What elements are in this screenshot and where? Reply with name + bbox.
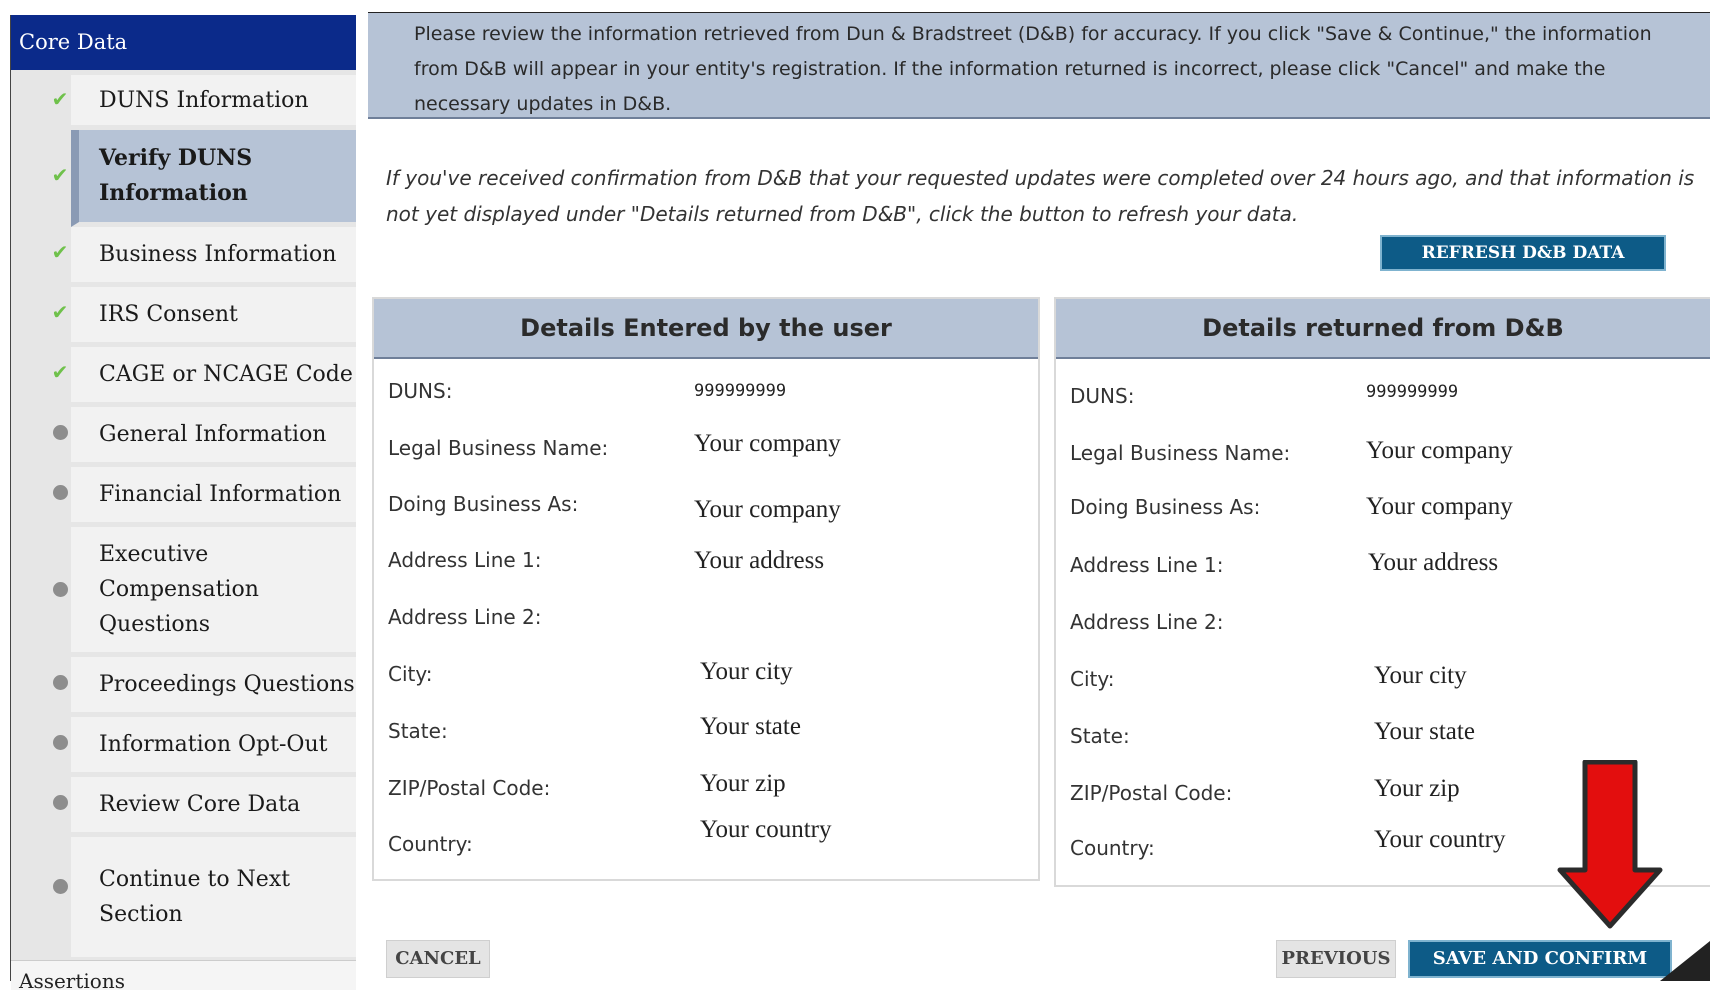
field-label: ZIP/Postal Code: — [388, 776, 551, 800]
sidebar-item-review-core-data[interactable]: Review Core Data — [11, 777, 356, 837]
sidebar-item-label: DUNS Information — [71, 75, 356, 130]
checkmark-icon: ✔ — [51, 240, 69, 264]
field-value: 999999999 — [1366, 382, 1459, 402]
sidebar-header: Core Data — [11, 15, 356, 70]
sidebar-item-cage-ncage-code[interactable]: ✔ CAGE or NCAGE Code — [11, 347, 356, 407]
field-value: Your zip — [700, 770, 786, 797]
field-value: Your city — [700, 658, 793, 685]
sidebar-item-label: CAGE or NCAGE Code — [71, 347, 356, 407]
field-row-address-2: Address Line 2: — [374, 605, 1038, 645]
sidebar-item-information-opt-out[interactable]: Information Opt-Out — [11, 717, 356, 777]
field-row-city: City: Your city — [1056, 662, 1710, 707]
sidebar-item-verify-duns-information[interactable]: ✔ Verify DUNS Information — [11, 130, 356, 227]
field-label: State: — [1070, 724, 1130, 748]
field-label: Address Line 2: — [388, 605, 542, 629]
field-row-state: State: Your state — [1056, 718, 1710, 764]
field-value: Your city — [1374, 662, 1467, 689]
status-dot-icon — [51, 582, 69, 601]
sidebar-item-label: Verify DUNS Information — [71, 130, 356, 227]
field-label: Address Line 1: — [388, 548, 542, 572]
sidebar-item-executive-compensation[interactable]: Executive Compensation Questions — [11, 527, 356, 657]
field-value: Your address — [694, 547, 825, 574]
sidebar-item-label: General Information — [71, 407, 356, 467]
field-value: Your address — [1368, 549, 1499, 576]
field-value: Your country — [1374, 826, 1506, 853]
field-label: Country: — [1070, 836, 1155, 860]
field-value: 999999999 — [694, 381, 787, 401]
field-row-address-2: Address Line 2: — [1056, 610, 1710, 650]
user-details-panel: Details Entered by the user DUNS: 999999… — [372, 297, 1040, 881]
field-row-legal-business-name: Legal Business Name: Your company — [374, 430, 1038, 476]
save-and-confirm-button[interactable]: SAVE AND CONFIRM — [1408, 940, 1672, 978]
red-arrow-down-icon — [1557, 760, 1663, 929]
field-value: Your state — [1374, 718, 1475, 745]
sidebar-item-label: Information Opt-Out — [71, 717, 356, 777]
sidebar-nav: Core Data ✔ DUNS Information ✔ Verify DU… — [10, 15, 356, 990]
checkmark-icon: ✔ — [51, 360, 69, 384]
sidebar-item-label: Executive Compensation Questions — [71, 527, 356, 657]
refresh-dnb-data-button[interactable]: REFRESH D&B DATA — [1380, 235, 1666, 271]
sidebar-item-label: Business Information — [71, 227, 356, 287]
sidebar-item-duns-information[interactable]: ✔ DUNS Information — [11, 75, 356, 130]
field-row-duns: DUNS: 999999999 — [374, 379, 1038, 419]
sidebar-item-label: Continue to Next Section — [71, 837, 356, 957]
field-label: City: — [1070, 667, 1115, 691]
sidebar-item-business-information[interactable]: ✔ Business Information — [11, 227, 356, 287]
field-row-duns: DUNS: 999999999 — [1056, 382, 1710, 424]
sidebar-item-proceedings-questions[interactable]: Proceedings Questions — [11, 657, 356, 717]
field-label: Doing Business As: — [1070, 495, 1261, 519]
sidebar-item-financial-information[interactable]: Financial Information — [11, 467, 356, 527]
field-label: Address Line 1: — [1070, 553, 1224, 577]
field-value: Your company — [1366, 437, 1513, 464]
field-row-address-1: Address Line 1: Your address — [1056, 549, 1710, 593]
status-dot-icon — [51, 735, 69, 754]
field-label: City: — [388, 662, 433, 686]
field-label: Country: — [388, 832, 473, 856]
field-row-zip: ZIP/Postal Code: Your zip — [374, 770, 1038, 816]
field-value: Your country — [700, 816, 832, 843]
checkmark-icon: ✔ — [51, 163, 69, 187]
field-value: Your zip — [1374, 775, 1460, 802]
status-dot-icon — [51, 425, 69, 444]
field-row-legal-business-name: Legal Business Name: Your company — [1056, 437, 1710, 481]
field-row-dba: Doing Business As: Your company — [374, 492, 1038, 532]
field-label: DUNS: — [388, 379, 453, 403]
field-value: Your company — [694, 496, 841, 523]
sidebar-item-label: IRS Consent — [71, 287, 356, 347]
field-label: DUNS: — [1070, 384, 1135, 408]
status-dot-icon — [51, 675, 69, 694]
sidebar-item-general-information[interactable]: General Information — [11, 407, 356, 467]
field-value: Your company — [694, 430, 841, 457]
field-row-country: Country: Your country — [374, 816, 1038, 872]
sidebar-item-label: Financial Information — [71, 467, 356, 527]
field-value: Your state — [700, 713, 801, 740]
field-label: ZIP/Postal Code: — [1070, 781, 1233, 805]
field-row-address-1: Address Line 1: Your address — [374, 547, 1038, 588]
checkmark-icon: ✔ — [51, 87, 69, 111]
previous-button[interactable]: PREVIOUS — [1276, 940, 1396, 978]
cancel-button[interactable]: CANCEL — [386, 940, 490, 978]
sidebar-section-assertions[interactable]: Assertions — [11, 960, 356, 990]
status-dot-icon — [51, 795, 69, 814]
field-label: Address Line 2: — [1070, 610, 1224, 634]
sidebar-item-label: Proceedings Questions — [71, 657, 356, 717]
field-label: Legal Business Name: — [388, 436, 609, 460]
field-value: Your company — [1366, 493, 1513, 520]
field-row-dba: Doing Business As: Your company — [1056, 493, 1710, 535]
refresh-instructions: If you've received confirmation from D&B… — [386, 166, 1695, 226]
sidebar-item-continue-next-section[interactable]: Continue to Next Section — [11, 837, 356, 957]
status-dot-icon — [51, 879, 69, 898]
sidebar-item-irs-consent[interactable]: ✔ IRS Consent — [11, 287, 356, 347]
sidebar-item-label: Review Core Data — [71, 777, 356, 837]
panel-title: Details returned from D&B — [1056, 299, 1710, 359]
field-row-city: City: Your city — [374, 658, 1038, 702]
field-label: Legal Business Name: — [1070, 441, 1291, 465]
field-label: Doing Business As: — [388, 492, 579, 516]
panel-title: Details Entered by the user — [374, 299, 1038, 359]
info-banner: Please review the information retrieved … — [368, 12, 1710, 119]
checkmark-icon: ✔ — [51, 300, 69, 324]
field-row-state: State: Your state — [374, 713, 1038, 759]
status-dot-icon — [51, 485, 69, 504]
field-label: State: — [388, 719, 448, 743]
